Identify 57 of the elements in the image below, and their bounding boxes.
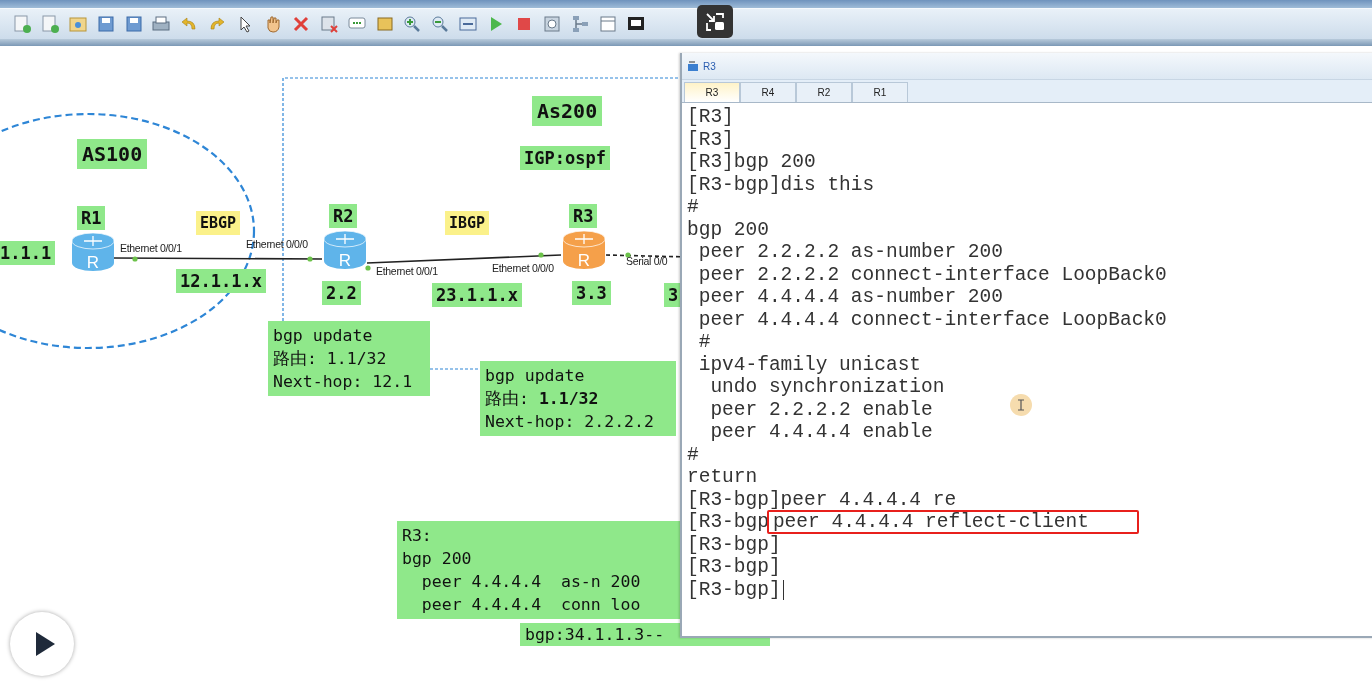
console-line: # <box>687 443 699 466</box>
note-text: peer 4.4.4.4 conn loo <box>420 594 642 616</box>
diagram-label: R1 <box>77 206 106 230</box>
note-text: 路由: 1.1/32 <box>485 388 600 410</box>
console-line: # <box>697 331 711 354</box>
console-line: return <box>687 466 758 489</box>
diagram-label: R2 <box>329 204 358 228</box>
console-line: bgp 200 <box>687 218 769 241</box>
console-line: [R3-bgp] <box>687 533 781 556</box>
diagram-label: 23.1.1.x <box>432 283 522 307</box>
console-line: [R3-bgp] <box>687 578 781 601</box>
diagram-label: As200 <box>532 96 603 126</box>
interface-label: Ethernet 0/0/0 <box>492 262 554 274</box>
console-line: [R3] <box>687 128 734 151</box>
diagram-label: AS100 <box>77 139 148 169</box>
console-line: peer 2.2.2.2 enable <box>709 398 933 421</box>
diagram-label: IGP:ospf <box>520 146 610 170</box>
interface-label: Serial 0/0 <box>626 255 668 267</box>
console-line: [R3]bgp 200 <box>687 151 816 174</box>
terminal-tab[interactable]: R2 <box>796 82 852 102</box>
console-line: [R3-bgp <box>687 511 769 534</box>
console-line: [R3] <box>687 106 734 129</box>
interface-label: Ethernet 0/0/1 <box>376 265 438 277</box>
highlighted-command: peer 4.4.4.4 reflect-client <box>766 510 1139 535</box>
note-text: peer 4.4.4.4 as-n 200 <box>420 571 642 593</box>
note-text: 路由: 1.1/32 <box>273 348 388 370</box>
note-text: bgp update <box>273 325 374 347</box>
note-text: Next-hop: 12.1 <box>273 371 414 393</box>
note-text: bgp:34.1.1.3-- <box>525 624 666 646</box>
note-text: bgp 200 <box>402 548 473 570</box>
console-line: [R3-bgp] <box>687 556 781 579</box>
console-line: peer 2.2.2.2 as-number 200 <box>697 241 1003 264</box>
console-line: peer 4.4.4.4 enable <box>709 421 933 444</box>
terminal-tab[interactable]: R3 <box>684 82 740 102</box>
note-text: bgp update <box>485 365 586 387</box>
protocol-label: IBGP <box>445 211 490 235</box>
console-line: peer 4.4.4.4 connect-interface LoopBack0 <box>697 308 1167 331</box>
console-line: # <box>687 196 699 219</box>
console-line: peer 2.2.2.2 connect-interface LoopBack0 <box>697 263 1167 286</box>
terminal-tab[interactable]: R4 <box>740 82 796 102</box>
diagram-label: 2.2 <box>322 281 361 305</box>
console-line: peer 4.4.4.4 as-number 200 <box>697 286 1003 309</box>
diagram-label: 1.1.1 <box>0 241 56 265</box>
diagram-label: 3.3 <box>572 281 611 305</box>
note-text: Next-hop: 2.2.2.2 <box>485 411 655 433</box>
interface-label: Ethernet 0/0/1 <box>120 242 182 254</box>
interface-label: Ethernet 0/0/0 <box>246 238 308 250</box>
protocol-label: EBGP <box>196 211 241 235</box>
diagram-label: 12.1.1.x <box>176 269 266 293</box>
note-text: R3: <box>402 525 433 547</box>
console-line: [R3-bgp]dis this <box>687 173 875 196</box>
terminal-tab[interactable]: R1 <box>852 82 908 102</box>
console-line: undo synchronization <box>709 376 945 399</box>
diagram-label: R3 <box>569 204 598 228</box>
window-title: R3 <box>703 60 716 72</box>
console-line: [R3-bgp]peer 4.4.4.4 re <box>687 488 957 511</box>
console-line: ipv4-family unicast <box>697 353 922 376</box>
